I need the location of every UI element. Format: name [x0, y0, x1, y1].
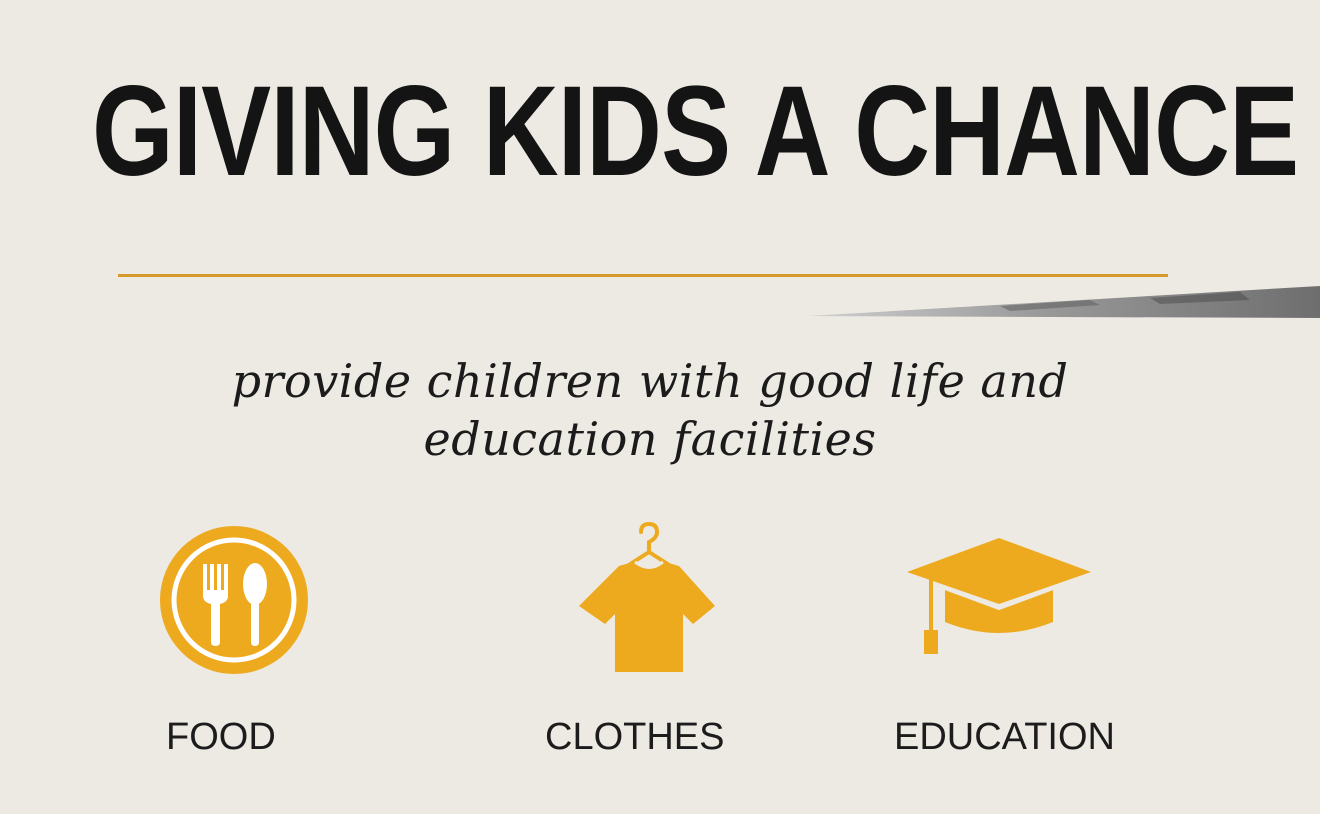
clothes-label: CLOTHES [545, 716, 725, 758]
graduation-cap-icon [907, 538, 1091, 654]
food-label: FOOD [166, 716, 276, 758]
subtitle-line-1: provide children with good life and [231, 354, 1069, 408]
subtitle-line-2: education facilities [423, 412, 877, 466]
shirt-hanger-icon [579, 522, 715, 672]
subtitle: provide children with good life and educ… [110, 352, 1190, 468]
education-label: EDUCATION [894, 716, 1115, 758]
food-plate-icon [160, 526, 308, 674]
